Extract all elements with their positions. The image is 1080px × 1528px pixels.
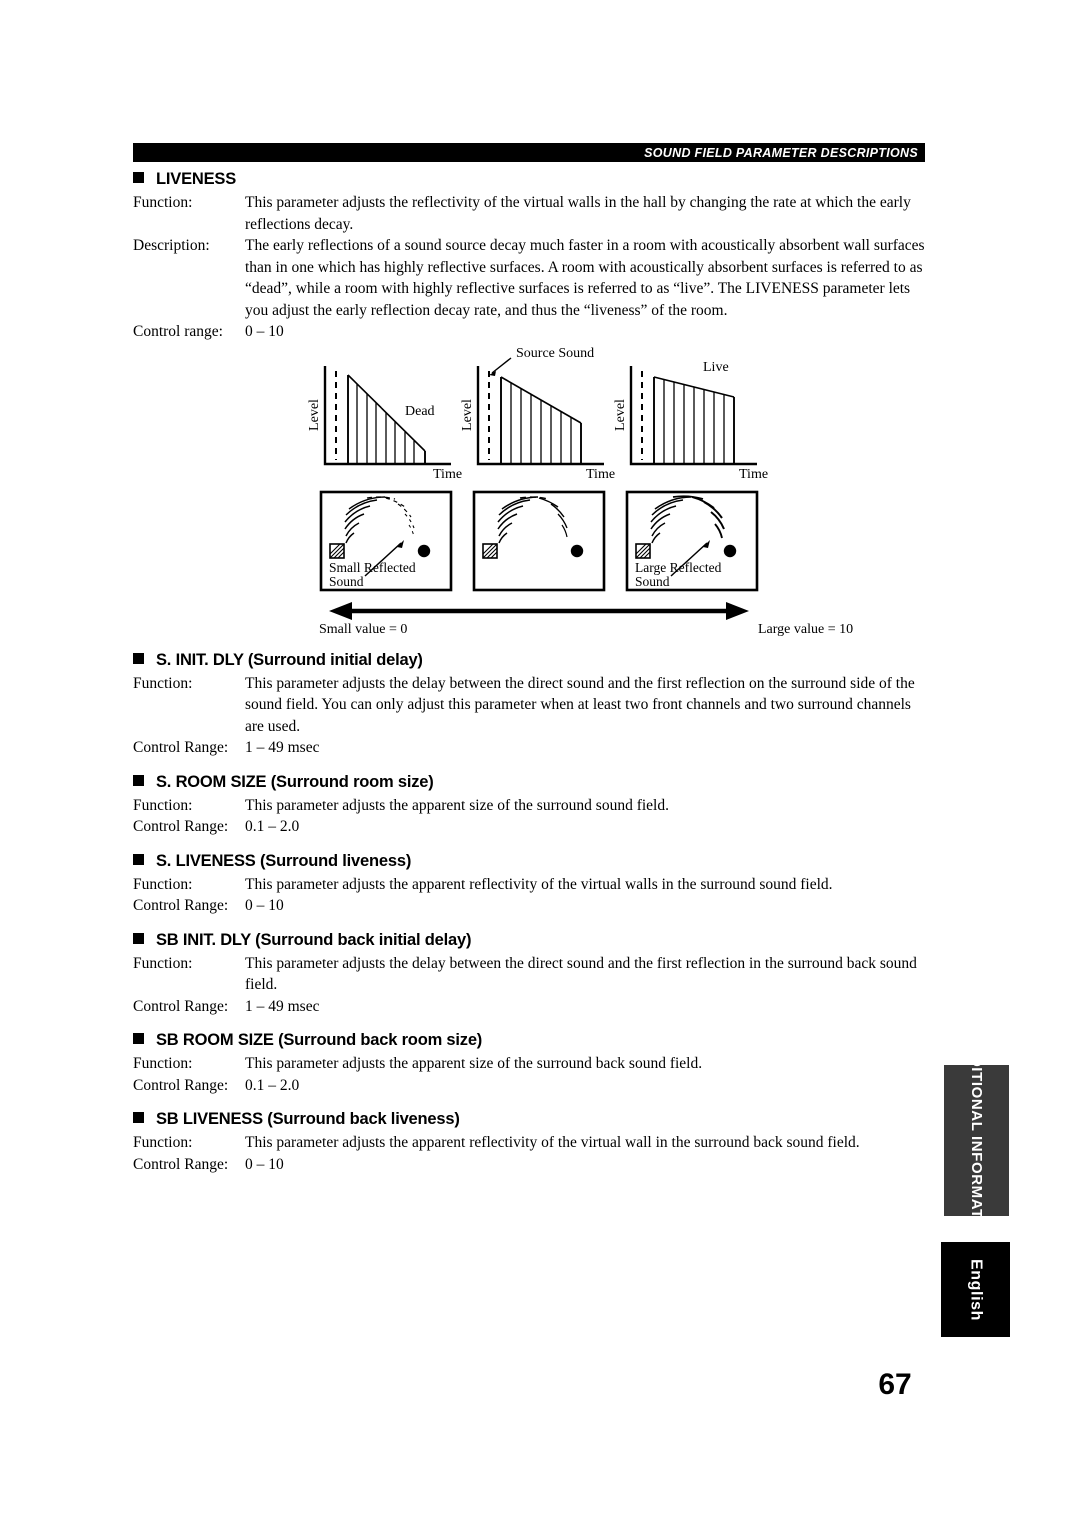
definition-row-function: Function: This parameter adjusts the app… xyxy=(133,1132,925,1154)
room-label-small-reflected-line1: Small Reflected xyxy=(329,560,416,575)
definition-value: 0 – 10 xyxy=(245,323,284,340)
graph-label-live: Live xyxy=(703,360,729,375)
decay-graph-middle: Source Sound Level Time xyxy=(460,347,615,482)
section-heading-s-liveness: S. LIVENESS (Surround liveness) xyxy=(133,852,925,871)
square-bullet-icon xyxy=(133,774,144,786)
definition-value: 0.1 – 2.0 xyxy=(245,818,300,835)
room-label-large-reflected-line2: Sound xyxy=(635,574,670,589)
section-heading-s-room-size: S. ROOM SIZE (Surround room size) xyxy=(133,773,925,792)
room-label-small-reflected-line2: Sound xyxy=(329,574,364,589)
definition-label: Function: xyxy=(133,954,193,972)
definition-label: Function: xyxy=(133,1055,193,1072)
scale-label-large: Large value = 10 xyxy=(758,622,853,637)
definition-row-control-range: Control Range: 0.1 – 2.0 xyxy=(133,1075,925,1097)
page-number: 67 xyxy=(878,1368,912,1401)
definition-value: This parameter adjusts the apparent refl… xyxy=(245,1134,860,1151)
axis-label-time: Time xyxy=(739,467,768,482)
definition-label: Function: xyxy=(133,1134,193,1151)
page-header-bar: SOUND FIELD PARAMETER DESCRIPTIONS xyxy=(133,143,925,162)
definition-value: This parameter adjusts the delay between… xyxy=(245,674,915,735)
definition-label: Function: xyxy=(133,194,193,211)
square-bullet-icon xyxy=(133,1112,144,1123)
definition-label: Control Range: xyxy=(133,1155,229,1173)
section-title: S. ROOM SIZE (Surround room size) xyxy=(156,772,434,791)
room-label-large-reflected-line1: Large Reflected xyxy=(635,560,722,575)
definition-label: Function: xyxy=(133,875,193,893)
section-title: S. LIVENESS (Surround liveness) xyxy=(156,851,412,870)
axis-label-time: Time xyxy=(586,467,615,482)
definition-label: Description: xyxy=(133,237,210,254)
definition-label: Control Range: xyxy=(133,818,229,835)
definition-label: Control Range: xyxy=(133,1076,229,1094)
definition-value: 0.1 – 2.0 xyxy=(245,1076,300,1094)
room-diagram-small-reflection: Small Reflected Sound xyxy=(319,490,453,591)
square-bullet-icon xyxy=(133,853,144,865)
section-heading-liveness: LIVENESS xyxy=(133,170,925,189)
definition-value: The early reflections of a sound source … xyxy=(245,237,925,319)
section-heading-sb-init-dly: SB INIT. DLY (Surround back initial dela… xyxy=(133,931,925,950)
square-bullet-icon xyxy=(133,932,144,944)
square-bullet-icon xyxy=(133,1033,144,1044)
definition-value: 0 – 10 xyxy=(245,897,284,914)
definition-value: This parameter adjusts the reflectivity … xyxy=(245,194,911,233)
definition-value: This parameter adjusts the apparent size… xyxy=(245,1055,703,1072)
scale-label-small: Small value = 0 xyxy=(319,622,407,637)
section-title: SB LIVENESS (Surround back liveness) xyxy=(156,1110,460,1128)
definition-value: This parameter adjusts the apparent refl… xyxy=(245,875,833,893)
page-content: LIVENESS Function: This parameter adjust… xyxy=(133,170,925,1175)
side-tab-label: English xyxy=(967,1258,985,1321)
graph-label-source-sound: Source Sound xyxy=(516,347,594,361)
definition-value: 0 – 10 xyxy=(245,1155,284,1173)
definition-label: Control range: xyxy=(133,323,223,340)
square-bullet-icon xyxy=(133,172,144,183)
page-header-title: SOUND FIELD PARAMETER DESCRIPTIONS xyxy=(644,145,918,160)
definition-label: Function: xyxy=(133,796,193,814)
definition-row-function: Function: This parameter adjusts the del… xyxy=(133,673,925,738)
decay-graph-dead: Level Time Dead xyxy=(307,365,462,482)
definition-row-control-range: Control range: 0 – 10 xyxy=(133,321,925,343)
definition-row-control-range: Control Range: 0 – 10 xyxy=(133,895,925,917)
definition-value: 1 – 49 msec xyxy=(245,997,320,1015)
definition-row-function: Function: This parameter adjusts the del… xyxy=(133,953,925,996)
section-title: SB INIT. DLY (Surround back initial dela… xyxy=(156,930,472,949)
section-title: SB ROOM SIZE (Surround back room size) xyxy=(156,1031,483,1049)
definition-label: Control Range: xyxy=(133,739,229,756)
axis-label-level: Level xyxy=(460,398,475,430)
liveness-figure: Level Time Dead Source Sound Level Time … xyxy=(133,347,925,637)
room-diagram-large-reflection: Large Reflected Sound xyxy=(625,490,759,591)
side-tab-language: English xyxy=(941,1242,1010,1337)
definition-value: This parameter adjusts the apparent size… xyxy=(245,796,669,814)
section-heading-sb-liveness: SB LIVENESS (Surround back liveness) xyxy=(133,1110,925,1129)
decay-graph-live: Level Time Live xyxy=(613,360,768,482)
definition-row-control-range: Control Range: 1 – 49 msec xyxy=(133,996,925,1018)
definition-value: This parameter adjusts the delay between… xyxy=(245,954,917,994)
definition-label: Function: xyxy=(133,674,193,692)
definition-row-control-range: Control Range: 0.1 – 2.0 xyxy=(133,816,925,838)
axis-label-level: Level xyxy=(613,398,628,430)
section-heading-sb-room-size: SB ROOM SIZE (Surround back room size) xyxy=(133,1031,925,1050)
definition-label: Control Range: xyxy=(133,997,229,1015)
definition-row-function: Function: This parameter adjusts the ref… xyxy=(133,192,925,235)
room-diagram-medium-reflection xyxy=(472,490,606,591)
definition-row-function: Function: This parameter adjusts the app… xyxy=(133,874,925,896)
square-bullet-icon xyxy=(133,652,144,664)
definition-row-function: Function: This parameter adjusts the app… xyxy=(133,1053,925,1075)
side-tab-label: ADDITIONAL INFORMATION xyxy=(968,1033,985,1248)
definition-value: 1 – 49 msec xyxy=(245,739,320,756)
definition-row-description: Description: The early reflections of a … xyxy=(133,235,925,321)
section-title: S. INIT. DLY (Surround initial delay) xyxy=(156,650,423,669)
section-title: LIVENESS xyxy=(156,170,237,188)
definition-row-function: Function: This parameter adjusts the app… xyxy=(133,795,925,817)
side-tab-additional-information: ADDITIONAL INFORMATION xyxy=(944,1033,1009,1248)
definition-row-control-range: Control Range: 0 – 10 xyxy=(133,1154,925,1176)
definition-row-control-range: Control Range: 1 – 49 msec xyxy=(133,737,925,759)
axis-label-time: Time xyxy=(433,467,462,482)
graph-label-dead: Dead xyxy=(405,404,435,419)
value-scale-arrow: Small value = 0 Large value = 10 xyxy=(319,601,853,637)
axis-label-level: Level xyxy=(307,398,322,430)
definition-label: Control Range: xyxy=(133,897,229,914)
section-heading-s-init-dly: S. INIT. DLY (Surround initial delay) xyxy=(133,651,925,670)
